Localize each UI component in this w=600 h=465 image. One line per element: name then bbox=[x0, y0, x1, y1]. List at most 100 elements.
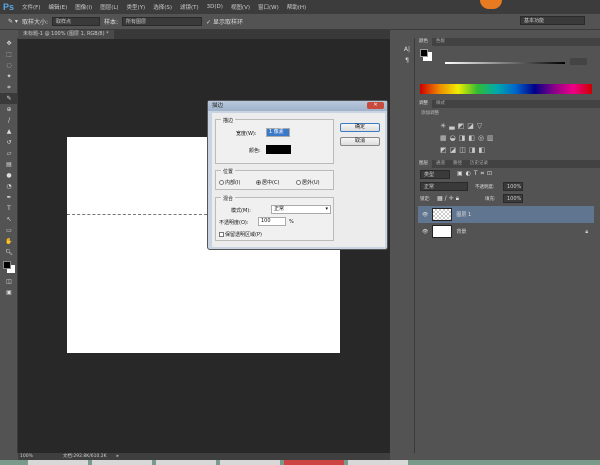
blend-group-label: 混合 bbox=[221, 195, 236, 202]
opacity-input[interactable]: 100 bbox=[258, 217, 286, 226]
taskbar-item[interactable] bbox=[220, 460, 280, 465]
position-group: 位置 内部(I) 居中(C) 居外(U) bbox=[215, 168, 334, 190]
layers-panel-tabs: 图层 通道 路径 历史记录 bbox=[415, 160, 600, 168]
shape-tool-icon[interactable]: ▭ bbox=[0, 225, 18, 236]
tab-styles[interactable]: 样式 bbox=[432, 100, 449, 108]
mode-select[interactable]: 正常 ▾ bbox=[271, 205, 331, 214]
opacity-label: 不透明度(O): bbox=[219, 220, 249, 226]
layer-filter-icons[interactable]: ▣◐T⌗⊡ bbox=[457, 170, 495, 178]
fill-input[interactable]: 100% bbox=[503, 194, 523, 203]
blur-tool-icon[interactable]: ● bbox=[0, 170, 18, 181]
menu-view[interactable]: 视图(V) bbox=[227, 3, 254, 11]
stroke-group-label: 描边 bbox=[221, 117, 236, 124]
position-group-label: 位置 bbox=[221, 168, 236, 175]
preserve-checkbox[interactable]: 保留透明区域(P) bbox=[219, 231, 262, 238]
type-tool-icon[interactable]: T bbox=[0, 203, 18, 214]
layer-filter-select[interactable]: 类型 bbox=[420, 170, 450, 179]
menu-layer[interactable]: 图层(L) bbox=[96, 3, 122, 11]
brush-tool-icon[interactable]: / bbox=[0, 115, 18, 126]
gray-value[interactable] bbox=[570, 58, 587, 65]
layer-row[interactable]: 👁︎ 背景 🔒︎ bbox=[418, 223, 594, 240]
menu-type[interactable]: 类型(Y) bbox=[123, 3, 150, 11]
hand-tool-icon[interactable]: ✋ bbox=[0, 236, 18, 247]
menu-image[interactable]: 图像(I) bbox=[71, 3, 96, 11]
tab-adjustments[interactable]: 调整 bbox=[415, 100, 432, 108]
zoom-level[interactable]: 100% bbox=[20, 453, 33, 460]
opacity-label: 不透明度: bbox=[475, 185, 495, 190]
eye-icon[interactable]: 👁︎ bbox=[422, 212, 428, 218]
selection-marquee bbox=[67, 214, 207, 215]
taskbar-item[interactable] bbox=[28, 460, 88, 465]
lock-icons[interactable]: ▦/✛🔒︎ bbox=[437, 195, 461, 203]
taskbar-item[interactable] bbox=[92, 460, 152, 465]
foreground-color[interactable] bbox=[3, 261, 11, 269]
menu-3d[interactable]: 3D(D) bbox=[203, 4, 227, 10]
stamp-tool-icon[interactable]: ▲ bbox=[0, 126, 18, 137]
paragraph-panel-icon[interactable]: ¶ bbox=[398, 55, 416, 66]
layer-row[interactable]: 👁︎ 图层 1 bbox=[418, 206, 594, 223]
close-icon[interactable]: ✕ bbox=[367, 102, 384, 109]
tab-layers[interactable]: 图层 bbox=[415, 160, 432, 168]
gray-slider[interactable] bbox=[445, 62, 565, 64]
width-input[interactable]: 1 像素 bbox=[266, 128, 290, 137]
path-select-icon[interactable]: ↖ bbox=[0, 214, 18, 225]
zoom-tool-icon[interactable]: 🔍︎ bbox=[0, 247, 18, 258]
eye-icon[interactable]: 👁︎ bbox=[422, 229, 428, 235]
layer-name[interactable]: 背景 bbox=[456, 228, 466, 235]
taskbar-item[interactable] bbox=[156, 460, 216, 465]
menu-help[interactable]: 帮助(H) bbox=[283, 3, 310, 11]
status-bar: 100% 文档:292.8K/610.2K ▸ bbox=[18, 453, 390, 460]
sample-size-select[interactable]: 取样点 bbox=[51, 17, 100, 26]
workspace-select[interactable]: 基本功能 bbox=[520, 16, 585, 25]
show-ring-checkbox[interactable]: ✓ 显示取样环 bbox=[206, 17, 243, 26]
tab-paths[interactable]: 路径 bbox=[449, 160, 466, 168]
history-brush-icon[interactable]: ↺ bbox=[0, 137, 18, 148]
taskbar-item[interactable] bbox=[284, 460, 344, 465]
menu-select[interactable]: 选择(S) bbox=[149, 3, 176, 11]
ok-button[interactable]: 确定 bbox=[340, 123, 380, 132]
tab-swatches[interactable]: 色板 bbox=[432, 38, 449, 46]
quick-mask-icon[interactable]: ◫ bbox=[0, 276, 18, 287]
cancel-button[interactable]: 取消 bbox=[340, 137, 380, 146]
magic-wand-icon[interactable]: ✦ bbox=[0, 71, 18, 82]
dodge-tool-icon[interactable]: ◔ bbox=[0, 181, 18, 192]
healing-tool-icon[interactable]: ⊕ bbox=[0, 104, 18, 115]
lock-label: 锁定: bbox=[420, 197, 431, 202]
center-radio[interactable]: 居中(C) bbox=[256, 179, 279, 186]
taskbar-item[interactable] bbox=[348, 460, 408, 465]
blend-mode-select[interactable]: 正常 bbox=[420, 182, 468, 191]
menu-edit[interactable]: 编辑(E) bbox=[44, 3, 71, 11]
color-spectrum[interactable] bbox=[420, 84, 592, 94]
eraser-tool-icon[interactable]: ▱ bbox=[0, 148, 18, 159]
eyedropper-icon[interactable]: ✎ ▾ bbox=[8, 18, 18, 25]
color-swatches[interactable] bbox=[0, 258, 18, 276]
move-tool-icon[interactable]: ✥ bbox=[0, 38, 18, 49]
tab-color[interactable]: 颜色 bbox=[415, 38, 432, 46]
layer-opacity-input[interactable]: 100% bbox=[503, 182, 523, 191]
menu-window[interactable]: 窗口(W) bbox=[254, 3, 283, 11]
character-panel-icon[interactable]: A| bbox=[398, 44, 416, 55]
outside-radio[interactable]: 居外(U) bbox=[296, 179, 320, 186]
status-arrow-icon[interactable]: ▸ bbox=[117, 453, 119, 460]
screen-mode-icon[interactable]: ▣ bbox=[0, 287, 18, 298]
photoshop-logo: Ps bbox=[3, 2, 15, 12]
lasso-tool-icon[interactable]: ◌ bbox=[0, 60, 18, 71]
inside-radio[interactable]: 内部(I) bbox=[219, 179, 240, 186]
stroke-dialog: 描边 ✕ 描边 宽度(W): 1 像素 颜色: 位置 内部(I) 居中(C) 居… bbox=[207, 100, 388, 250]
fg-color-chip[interactable] bbox=[420, 49, 428, 57]
crop-tool-icon[interactable]: ⌗ bbox=[0, 82, 18, 93]
tab-channels[interactable]: 通道 bbox=[432, 160, 449, 168]
layer-name[interactable]: 图层 1 bbox=[456, 211, 471, 218]
eyedropper-tool-icon[interactable]: ✎ bbox=[0, 93, 18, 104]
gradient-tool-icon[interactable]: ▤ bbox=[0, 159, 18, 170]
marquee-tool-icon[interactable]: ⬚ bbox=[0, 49, 18, 60]
tab-history[interactable]: 历史记录 bbox=[466, 160, 492, 168]
color-swatch[interactable] bbox=[266, 145, 291, 154]
pen-tool-icon[interactable]: ✒ bbox=[0, 192, 18, 203]
adjustment-icons[interactable]: ☀▃◩◪▽ ▦◒◨◧◎▥ ◩◪◫◨◧ bbox=[440, 120, 520, 156]
percent-label: % bbox=[289, 219, 294, 225]
menu-filter[interactable]: 滤镜(T) bbox=[176, 3, 203, 11]
sample-select[interactable]: 所有图层 bbox=[122, 17, 203, 26]
document-tab[interactable]: 未标题-1 @ 100% (图层 1, RGB/8) * bbox=[18, 30, 114, 39]
menu-file[interactable]: 文件(F) bbox=[18, 3, 44, 11]
